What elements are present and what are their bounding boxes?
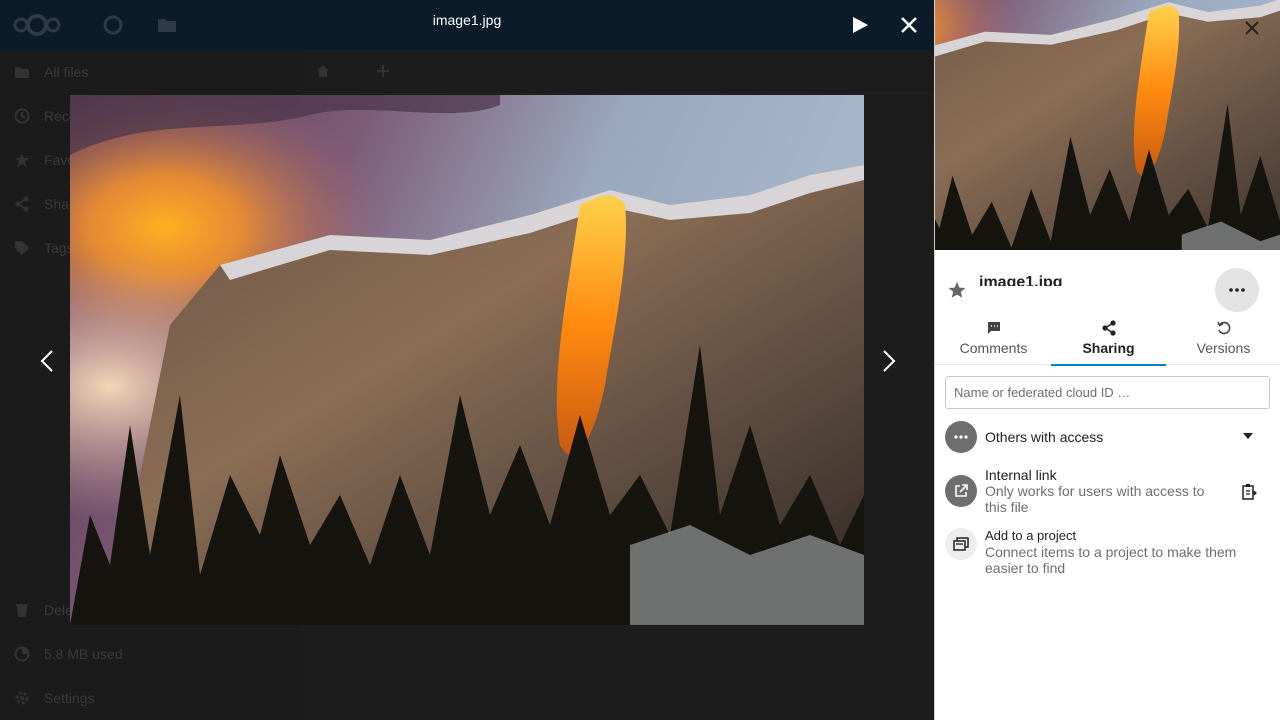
others-with-access-label: Others with access [985,429,1104,445]
home-icon [317,65,329,77]
history-icon [1216,321,1230,335]
tab-versions[interactable]: Versions [1166,316,1280,365]
nav-settings: Settings [14,687,95,709]
viewer-close-button[interactable] [897,13,921,37]
plus-icon [377,65,389,77]
sidebar-preview-image [935,0,1280,250]
tab-sharing[interactable]: Sharing [1051,316,1166,366]
sidebar-file-name: image1.jpg [979,274,1063,286]
breadcrumb [300,50,934,94]
internal-link-title: Internal link [985,467,1057,483]
trash-icon [16,604,28,617]
more-actions-button[interactable] [1215,268,1259,312]
star-icon [15,153,29,167]
quota-label: 5.8 MB used [44,646,123,662]
previous-image-button[interactable] [32,344,62,378]
others-avatar [945,421,977,453]
quota-indicator: 5.8 MB used [14,643,123,665]
add-to-project-title: Add to a project [985,528,1077,543]
details-sidebar: image1.jpg Comments Sharing Versions Oth… [934,0,1280,720]
sidebar-tabs: Comments Sharing Versions [935,316,1280,366]
pie-icon [14,646,30,662]
nav-item-tags: Tags [14,237,74,259]
comment-icon [987,322,1000,334]
add-to-project-subtitle-line2: easier to find [985,560,1066,576]
internal-link-avatar [945,475,977,507]
internal-link-row: Internal link Only works for users with … [945,466,1271,518]
tab-label: Comments [959,340,1028,356]
ellipsis-icon [954,435,968,439]
share-icon [15,196,29,212]
project-icon [953,537,969,551]
clock-icon [14,108,30,124]
tab-label: Versions [1196,340,1251,356]
others-with-access-row[interactable]: Others with access [945,420,1271,454]
nav-item-all-files: All files [14,61,88,83]
share-icon [1101,320,1116,336]
ellipsis-icon [1229,288,1245,292]
nav-item-label: All files [44,64,89,80]
folder-icon [15,67,29,78]
gear-icon [15,691,29,705]
play-icon [853,17,868,33]
slideshow-button[interactable] [848,13,872,37]
sidebar-close-button[interactable] [1242,18,1262,38]
external-link-icon [955,484,968,497]
internal-link-subtitle-line1: Only works for users with access to [985,483,1205,499]
share-with-input[interactable] [945,376,1270,409]
chevron-right-icon [883,350,896,372]
chevron-left-icon [40,350,53,372]
add-to-project-subtitle-line1: Connect items to a project to make them [985,544,1237,560]
active-tab-indicator [1051,364,1166,366]
caret-down-icon[interactable] [1243,433,1253,439]
tab-label: Sharing [1082,340,1135,356]
tag-icon [15,241,29,255]
viewer-title: image1.jpg [432,12,502,28]
add-to-project-row[interactable]: Add to a project Connect items to a proj… [945,528,1271,578]
next-image-button[interactable] [874,344,904,378]
close-icon [901,17,917,33]
landscape-photo [70,95,864,625]
clipboard-icon[interactable] [1241,483,1257,500]
favorite-star-icon[interactable] [947,280,967,300]
project-avatar [945,528,977,560]
viewer-image [70,95,864,625]
internal-link-subtitle-line2: this file [985,499,1029,515]
settings-label: Settings [44,690,95,706]
landscape-photo-preview [935,0,1280,250]
tab-comments[interactable]: Comments [936,316,1051,365]
